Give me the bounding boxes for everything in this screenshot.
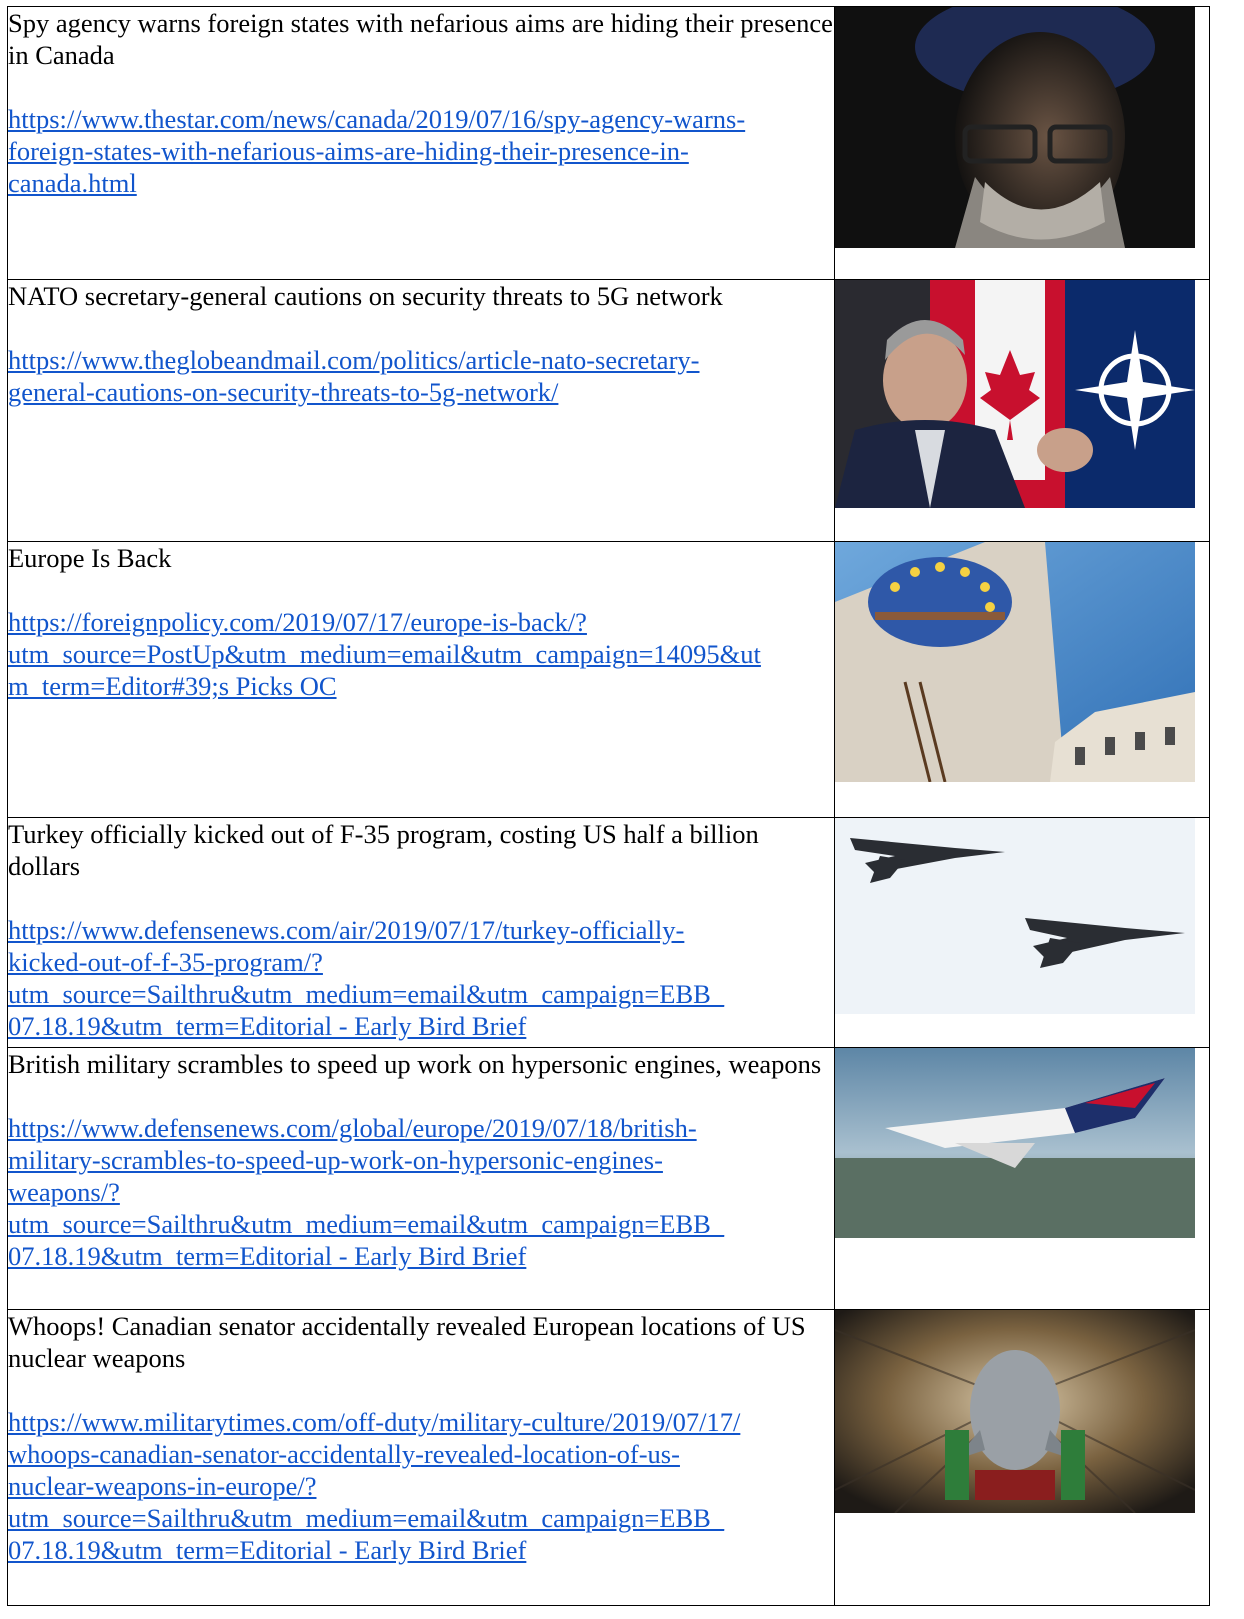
article-link[interactable]: https://www.theglobeandmail.com/politics… bbox=[8, 344, 834, 408]
nuclear-bomb-photo bbox=[834, 1310, 1196, 1514]
eu-mural-photo bbox=[835, 542, 1195, 783]
table-row: British military scrambles to speed up w… bbox=[7, 1047, 1210, 1310]
article-text-cell: NATO secretary-general cautions on secur… bbox=[7, 279, 835, 542]
article-headline: Whoops! Canadian senator accidentally re… bbox=[8, 1311, 806, 1373]
f35-jets-photo bbox=[835, 818, 1195, 1014]
article-text-cell: Europe Is Back https://foreignpolicy.com… bbox=[7, 541, 835, 818]
article-link[interactable]: https://foreignpolicy.com/2019/07/17/eur… bbox=[8, 606, 834, 702]
article-link[interactable]: https://www.thestar.com/news/canada/2019… bbox=[8, 103, 834, 199]
article-text-cell: Spy agency warns foreign states with nef… bbox=[7, 6, 835, 280]
nato-flags-photo bbox=[835, 280, 1195, 508]
portrait-photo bbox=[835, 0, 1195, 248]
article-headline: Turkey officially kicked out of F-35 pro… bbox=[8, 819, 759, 881]
article-image-cell bbox=[834, 541, 1210, 818]
article-text-cell: Turkey officially kicked out of F-35 pro… bbox=[7, 817, 835, 1048]
article-headline: Spy agency warns foreign states with nef… bbox=[8, 8, 833, 70]
article-link[interactable]: https://www.defensenews.com/air/2019/07/… bbox=[8, 914, 834, 1042]
article-headline: Europe Is Back bbox=[8, 543, 172, 573]
article-image-cell bbox=[834, 817, 1210, 1048]
article-headline: British military scrambles to speed up w… bbox=[8, 1049, 822, 1079]
article-link[interactable]: https://www.defensenews.com/global/europ… bbox=[8, 1112, 834, 1272]
hypersonic-plane-photo bbox=[835, 1048, 1195, 1238]
article-link[interactable]: https://www.militarytimes.com/off-duty/m… bbox=[8, 1406, 834, 1566]
table-row: Spy agency warns foreign states with nef… bbox=[7, 0, 1210, 280]
table-row: Europe Is Back https://foreignpolicy.com… bbox=[7, 541, 1210, 818]
table-row: Whoops! Canadian senator accidentally re… bbox=[7, 1309, 1210, 1606]
article-image-cell bbox=[834, 0, 1210, 280]
article-image-cell bbox=[834, 1047, 1210, 1310]
article-image-cell bbox=[834, 1309, 1210, 1606]
article-headline: NATO secretary-general cautions on secur… bbox=[8, 281, 723, 311]
article-image-cell bbox=[834, 279, 1210, 542]
table-row: Turkey officially kicked out of F-35 pro… bbox=[7, 817, 1210, 1048]
article-text-cell: British military scrambles to speed up w… bbox=[7, 1047, 835, 1310]
table-row: NATO secretary-general cautions on secur… bbox=[7, 279, 1210, 542]
article-text-cell: Whoops! Canadian senator accidentally re… bbox=[7, 1309, 835, 1606]
news-table: Spy agency warns foreign states with nef… bbox=[7, 0, 1210, 1606]
